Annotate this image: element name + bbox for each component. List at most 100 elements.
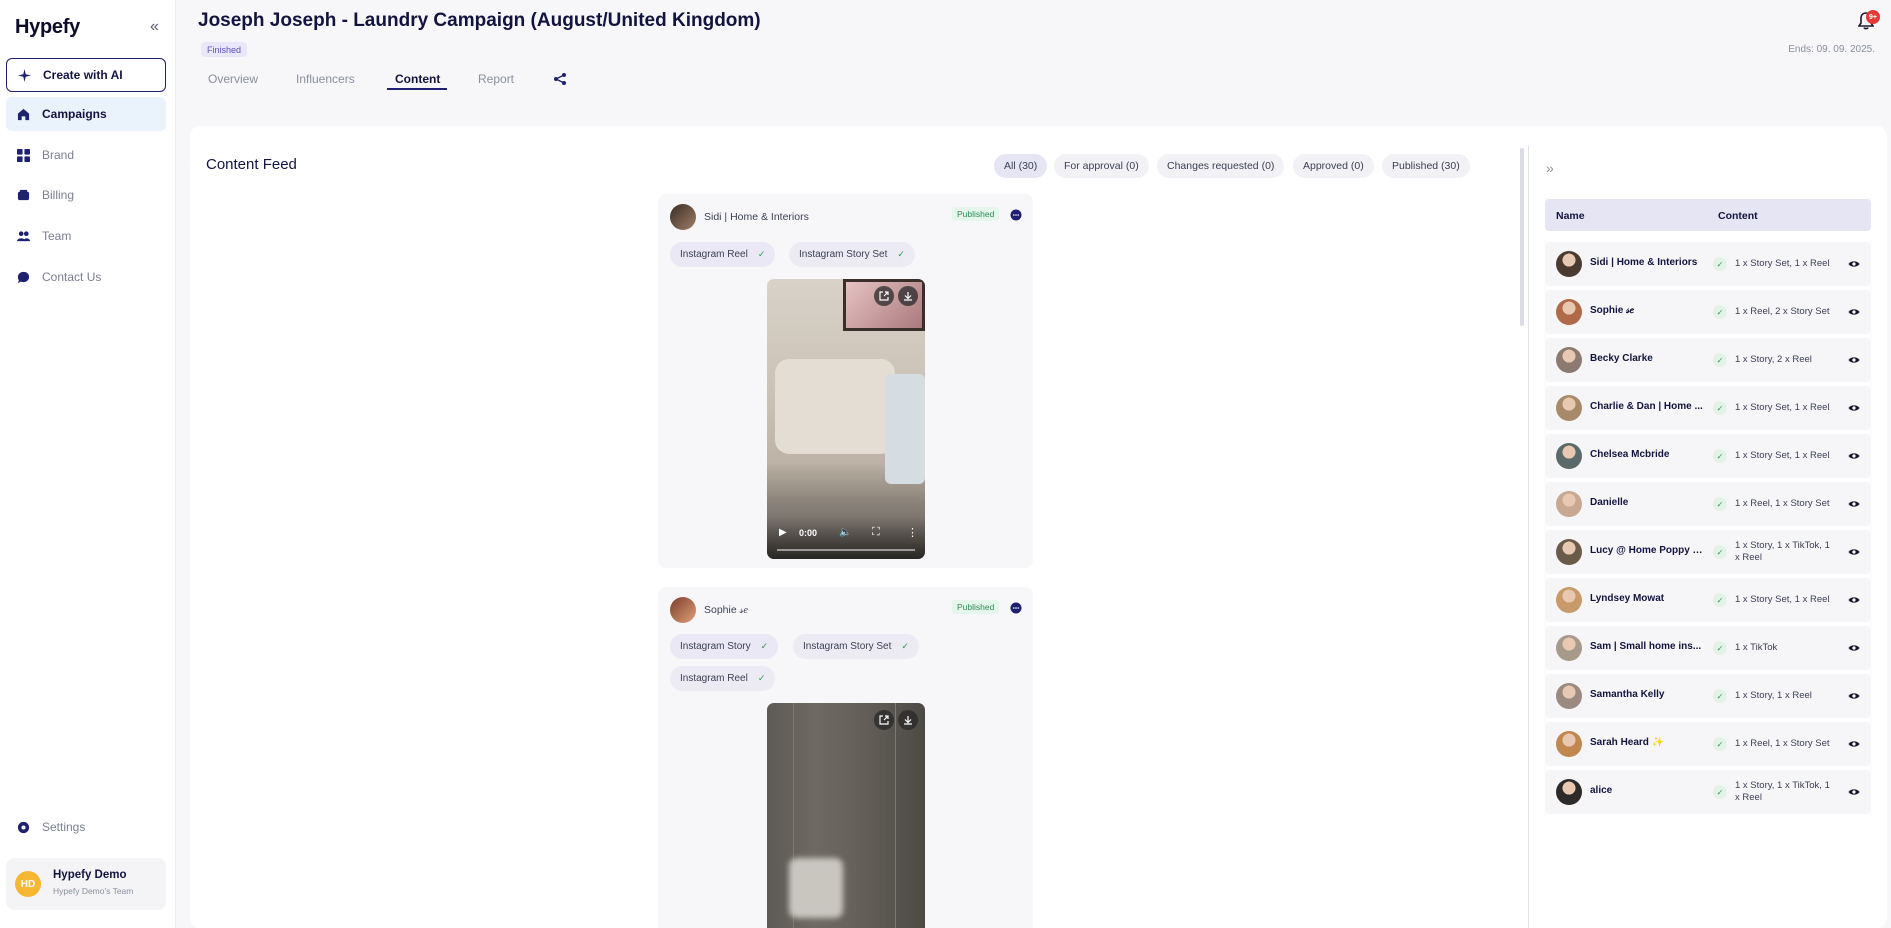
table-row[interactable]: Sarah Heard ✨ ✓ 1 x Reel, 1 x Story Set: [1545, 722, 1871, 766]
table-row[interactable]: Sophie 𝓈𝑒 ✓ 1 x Reel, 2 x Story Set: [1545, 290, 1871, 334]
check-icon: ✓: [1713, 449, 1727, 463]
influencer-name: Becky Clarke: [1590, 353, 1653, 364]
check-icon: ✓: [1713, 737, 1727, 751]
content-type-chip[interactable]: Instagram Reel ✓: [670, 242, 776, 267]
eye-icon[interactable]: [1848, 690, 1860, 702]
filter-changes-requested[interactable]: Changes requested (0): [1157, 154, 1285, 178]
influencer-name: Sam | Small home ins...: [1590, 641, 1702, 652]
avatar: [670, 597, 696, 623]
video-player[interactable]: ▶ 0:00 🔈 ⛶ ⋮: [767, 279, 925, 559]
eye-icon[interactable]: [1848, 594, 1860, 606]
table-row[interactable]: Danielle ✓ 1 x Reel, 1 x Story Set: [1545, 482, 1871, 526]
create-with-ai-button[interactable]: Create with AI: [6, 58, 166, 92]
fullscreen-icon[interactable]: ⛶: [872, 526, 880, 539]
table-row[interactable]: Charlie & Dan | Home ... ✓ 1 x Story Set, …: [1545, 386, 1871, 430]
influencer-name: Sophie 𝓈𝑒: [1590, 305, 1634, 316]
avatar: HD: [15, 871, 41, 897]
avatar: [1556, 443, 1582, 469]
avatar: [1556, 683, 1582, 709]
sidebar-item-campaigns[interactable]: Campaigns: [6, 97, 166, 131]
chip-label: Instagram Story Set: [803, 641, 892, 652]
eye-icon[interactable]: [1848, 306, 1860, 318]
user-team: Hypefy Demo's Team: [53, 886, 134, 896]
avatar: [1556, 635, 1582, 661]
content-summary-text: 1 x Story Set, 1 x Reel: [1735, 594, 1830, 605]
feed-scrollbar[interactable]: [1520, 148, 1524, 326]
play-icon[interactable]: ▶: [779, 527, 787, 538]
influencer-name: Danielle: [1590, 497, 1629, 508]
content-summary: 1 x Story, 1 x Reel: [1735, 684, 1835, 708]
check-icon: ✓: [760, 641, 769, 651]
sofa: [775, 359, 895, 454]
check-icon: ✓: [1713, 401, 1727, 415]
content-type-chip[interactable]: Instagram Story Set ✓: [789, 242, 915, 267]
avatar: [1556, 731, 1582, 757]
sidebar-item-billing[interactable]: Billing: [6, 178, 166, 212]
open-external-icon[interactable]: [874, 286, 894, 306]
table-row[interactable]: Samantha Kelly ✓ 1 x Story, 1 x Reel: [1545, 674, 1871, 718]
content-type-chip[interactable]: Instagram Story ✓: [670, 634, 779, 659]
table-row[interactable]: Becky Clarke ✓ 1 x Story, 2 x Reel: [1545, 338, 1871, 382]
column-header-name: Name: [1556, 210, 1585, 222]
user-name: Hypefy Demo: [53, 869, 127, 881]
notification-badge: 9+: [1866, 10, 1880, 24]
eye-icon[interactable]: [1848, 354, 1860, 366]
filter-all[interactable]: All (30): [994, 154, 1048, 178]
eye-icon[interactable]: [1848, 498, 1860, 510]
video-player[interactable]: [767, 703, 925, 928]
filter-for-approval[interactable]: For approval (0): [1054, 154, 1149, 178]
status-badge: Finished: [201, 42, 248, 57]
influencer-name: Sarah Heard ✨: [1590, 737, 1665, 748]
tab-influencers[interactable]: Influencers: [296, 72, 355, 86]
content-summary-text: 1 x Reel, 1 x Story Set: [1735, 738, 1830, 749]
eye-icon[interactable]: [1848, 738, 1860, 750]
blurred-object: [789, 858, 843, 918]
user-card[interactable]: HD Hypefy Demo Hypefy Demo's Team: [6, 858, 166, 910]
table-row[interactable]: Sam | Small home ins... ✓ 1 x TikTok: [1545, 626, 1871, 670]
tab-report[interactable]: Report: [478, 72, 514, 86]
content-summary: 1 x Reel, 2 x Story Set: [1735, 300, 1835, 324]
active-tab-indicator: [387, 88, 447, 90]
expand-panel-icon[interactable]: »: [1546, 160, 1554, 176]
comment-icon[interactable]: [1010, 209, 1022, 221]
download-icon[interactable]: [898, 286, 918, 306]
sidebar-item-contact-us[interactable]: Contact Us: [6, 260, 166, 294]
content-summary-text: 1 x Reel, 1 x Story Set: [1735, 498, 1830, 509]
content-summary-text: 1 x Story, 1 x TikTok, 1 x Reel: [1735, 540, 1830, 563]
content-summary-text: 1 x Story Set, 1 x Reel: [1735, 402, 1830, 413]
sidebar-item-label: Team: [42, 229, 72, 243]
eye-icon[interactable]: [1848, 258, 1860, 270]
eye-icon[interactable]: [1848, 786, 1860, 798]
table-row[interactable]: Lucy @ Home Poppy L... ✓ 1 x Story, 1 x Ti…: [1545, 530, 1871, 574]
collapse-sidebar-icon[interactable]: «: [150, 18, 159, 36]
open-external-icon[interactable]: [874, 710, 894, 730]
content-summary: 1 x Story, 1 x TikTok, 1 x Reel: [1735, 540, 1835, 564]
filter-approved[interactable]: Approved (0): [1293, 154, 1374, 178]
filter-published[interactable]: Published (30): [1382, 154, 1470, 178]
eye-icon[interactable]: [1848, 546, 1860, 558]
eye-icon[interactable]: [1848, 642, 1860, 654]
sidebar-item-brand[interactable]: Brand: [6, 138, 166, 172]
tab-content[interactable]: Content: [395, 72, 440, 86]
video-progress-bar[interactable]: [777, 549, 915, 551]
table-row[interactable]: Chelsea Mcbride ✓ 1 x Story Set, 1 x Reel: [1545, 434, 1871, 478]
table-row[interactable]: Sidi | Home & Interiors ✓ 1 x Story Set, 1…: [1545, 242, 1871, 286]
comment-icon[interactable]: [1010, 602, 1022, 614]
sidebar: Hypefy « Create with AI Campaigns Brand …: [0, 0, 176, 928]
sidebar-item-settings[interactable]: Settings: [6, 810, 166, 844]
more-options-icon[interactable]: ⋮: [907, 526, 918, 539]
eye-icon[interactable]: [1848, 402, 1860, 414]
share-icon[interactable]: [553, 72, 567, 86]
content-summary: 1 x Story Set, 1 x Reel: [1735, 252, 1835, 276]
check-icon: ✓: [1713, 257, 1727, 271]
volume-icon[interactable]: 🔈: [839, 527, 851, 538]
content-type-chip[interactable]: Instagram Story Set ✓: [793, 634, 919, 659]
table-row[interactable]: alice ✓ 1 x Story, 1 x TikTok, 1 x Reel: [1545, 770, 1871, 814]
content-type-chip[interactable]: Instagram Reel ✓: [670, 666, 776, 691]
download-icon[interactable]: [898, 710, 918, 730]
avatar: [1556, 395, 1582, 421]
tab-overview[interactable]: Overview: [208, 72, 258, 86]
table-row[interactable]: Lyndsey Mowat ✓ 1 x Story Set, 1 x Reel: [1545, 578, 1871, 622]
eye-icon[interactable]: [1848, 450, 1860, 462]
sidebar-item-team[interactable]: Team: [6, 219, 166, 253]
